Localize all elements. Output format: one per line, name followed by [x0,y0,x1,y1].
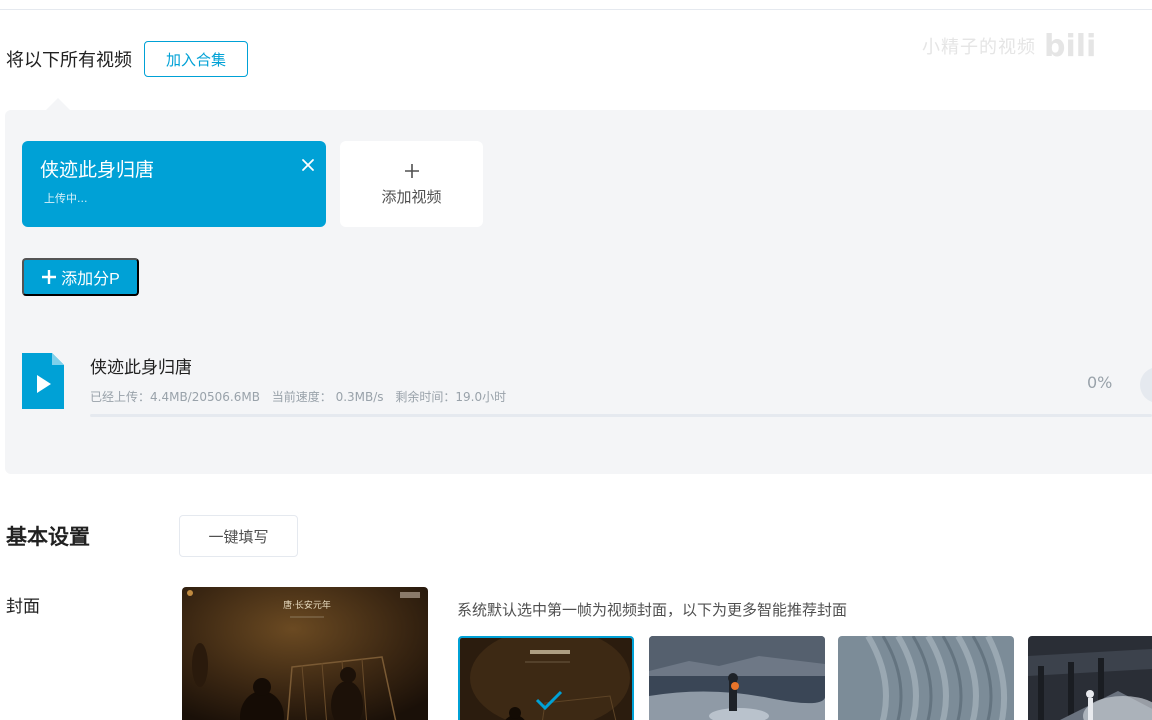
upload-file-name: 侠迹此身归唐 [90,358,192,378]
cover-thumb-image [649,636,825,720]
basic-settings-title: 基本设置 [6,525,90,549]
cover-preview-image: 唐·长安元年 [182,587,428,720]
cover-label: 封面 [6,597,40,617]
cover-thumb-1[interactable] [458,636,634,720]
panel-arrow [46,98,70,110]
add-to-collection-button[interactable]: 加入合集 [144,41,248,77]
watermark: 小精子的视频 bili [922,22,1152,70]
collection-label: 将以下所有视频 [6,50,132,71]
top-divider [0,9,1152,10]
collection-row: 将以下所有视频 加入合集 [6,40,248,78]
cover-thumb-4[interactable] [1028,636,1152,720]
cover-preview[interactable]: 唐·长安元年 [182,587,428,720]
pause-button[interactable] [1140,367,1152,403]
progress-bar [90,414,1152,417]
autofill-button[interactable]: 一键填写 [179,515,298,557]
add-part-button[interactable]: 添加分P [22,258,139,296]
cover-thumb-3[interactable] [838,636,1014,720]
video-part-status: 上传中... [44,192,88,205]
bilibili-logo: bili [1044,28,1097,64]
check-icon [535,690,563,711]
add-part-label: 添加分P [61,271,120,288]
close-icon[interactable] [300,157,316,173]
remaining-time: 剩余时间：19.0小时 [395,390,507,404]
upload-file-row: 侠迹此身归唐 已经上传：4.4MB/20506.6MB 当前速度： 0.3MB/… [22,350,1152,420]
upload-meta: 已经上传：4.4MB/20506.6MB 当前速度： 0.3MB/s 剩余时间：… [90,388,514,405]
watermark-text: 小精子的视频 [922,37,1036,58]
video-file-icon [22,353,64,409]
plus-icon [404,163,419,178]
video-part-title: 侠迹此身归唐 [40,159,155,181]
upload-speed: 当前速度： 0.3MB/s [271,390,384,404]
add-video-label: 添加视频 [381,187,442,206]
cover-hint: 系统默认选中第一帧为视频封面，以下为更多智能推荐封面 [457,601,848,619]
cover-thumb-image [1028,636,1152,720]
add-video-card[interactable]: 添加视频 [340,141,483,227]
plus-icon [42,270,57,284]
cover-thumb-image [838,636,1014,720]
cover-title-art: 唐·长安元年 [283,599,331,611]
uploaded-size: 已经上传：4.4MB/20506.6MB [90,390,260,404]
video-part-card[interactable]: 侠迹此身归唐 上传中... [22,141,326,227]
cover-thumb-2[interactable] [649,636,825,720]
progress-percent: 0% [1087,373,1113,392]
